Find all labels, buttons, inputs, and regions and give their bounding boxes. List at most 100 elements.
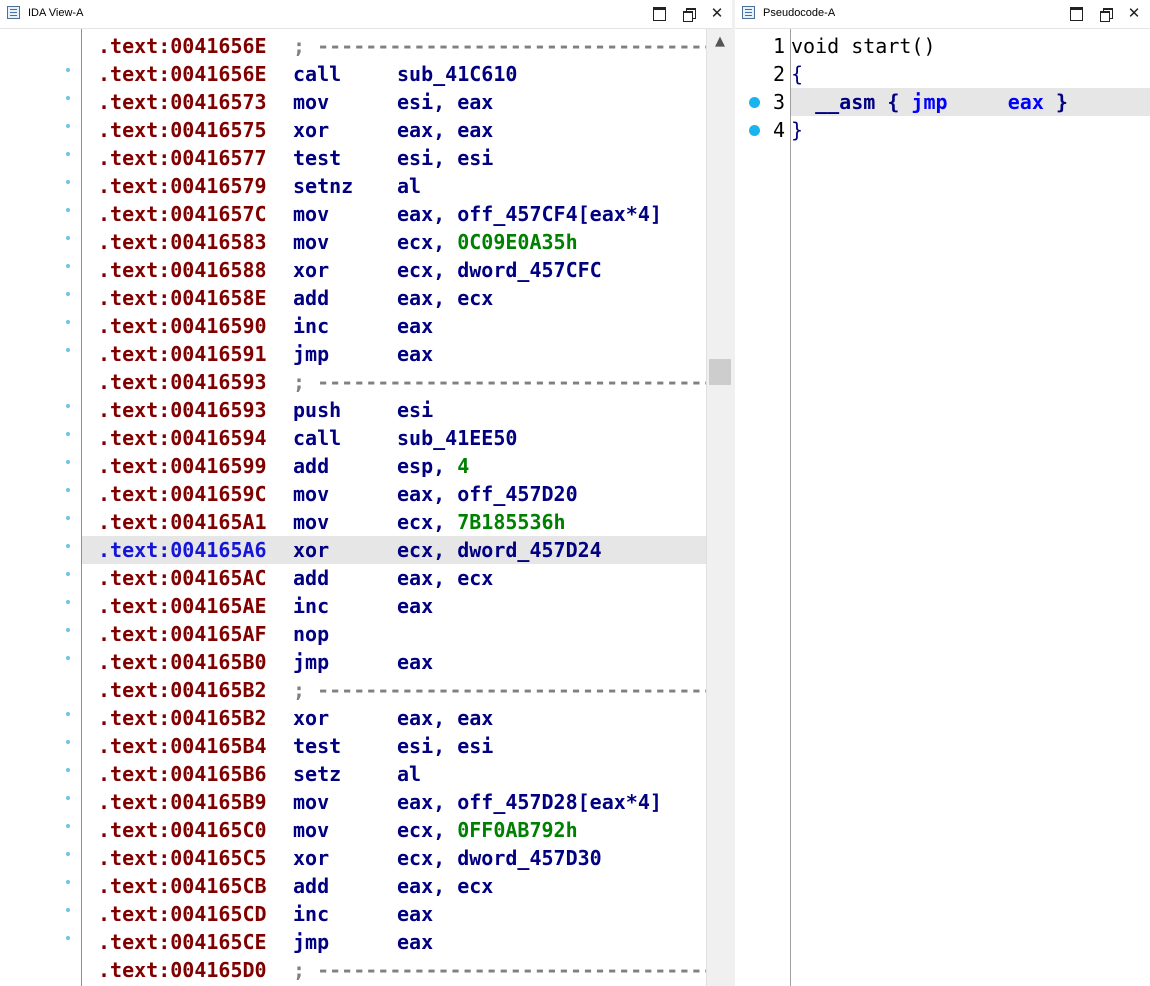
operands[interactable]: eax, eax bbox=[397, 704, 493, 732]
operand-text[interactable]: esp, bbox=[397, 454, 457, 478]
instruction-line[interactable]: .text:0041659C mov eax, off_457D20 bbox=[82, 480, 707, 508]
address-label[interactable]: .text:00416588 bbox=[98, 256, 267, 284]
immediate-value[interactable]: 0C09E0A35h bbox=[457, 230, 577, 254]
mnemonic[interactable]: jmp bbox=[293, 928, 329, 956]
mnemonic[interactable]: call bbox=[293, 424, 341, 452]
address-label[interactable]: .text:0041657C bbox=[98, 200, 267, 228]
operands[interactable]: eax bbox=[397, 928, 433, 956]
address-label[interactable]: .text:004165B0 bbox=[98, 648, 267, 676]
separator-line[interactable]: .text:00416593 ; ------------------------… bbox=[82, 368, 707, 396]
instruction-line[interactable]: .text:004165C5 xor ecx, dword_457D30 bbox=[82, 844, 707, 872]
operands[interactable]: eax bbox=[397, 340, 433, 368]
mnemonic[interactable]: push bbox=[293, 396, 341, 424]
pseudocode-line[interactable]: __asm { jmp eax } bbox=[791, 88, 1150, 116]
address-label[interactable]: .text:004165CE bbox=[98, 928, 267, 956]
mnemonic[interactable]: call bbox=[293, 60, 341, 88]
mnemonic[interactable]: test bbox=[293, 732, 341, 760]
instruction-line[interactable]: .text:00416575 xor eax, eax bbox=[82, 116, 707, 144]
address-label[interactable]: .text:004165B4 bbox=[98, 732, 267, 760]
close-button[interactable]: ✕ bbox=[706, 4, 728, 24]
address-label[interactable]: .text:004165C5 bbox=[98, 844, 267, 872]
operands[interactable]: ecx, dword_457D24 bbox=[397, 536, 602, 564]
address-label[interactable]: .text:00416594 bbox=[98, 424, 267, 452]
instruction-line[interactable]: .text:004165AF nop bbox=[82, 620, 707, 648]
mnemonic[interactable]: jmp bbox=[293, 340, 329, 368]
mnemonic[interactable]: xor bbox=[293, 704, 329, 732]
instruction-line[interactable]: .text:004165AC add eax, ecx bbox=[82, 564, 707, 592]
instruction-line[interactable]: .text:004165A1 mov ecx, 7B185536h bbox=[82, 508, 707, 536]
disassembly-listing[interactable]: .text:0041656E ; ------------------------… bbox=[81, 29, 707, 986]
operands[interactable]: eax bbox=[397, 648, 433, 676]
mnemonic[interactable]: add bbox=[293, 872, 329, 900]
address-label[interactable]: .text:004165CD bbox=[98, 900, 267, 928]
instruction-line[interactable]: .text:00416590 inc eax bbox=[82, 312, 707, 340]
immediate-value[interactable]: 4 bbox=[457, 454, 469, 478]
address-label[interactable]: .text:00416593 bbox=[98, 396, 267, 424]
operands[interactable]: ecx, 0C09E0A35h bbox=[397, 228, 578, 256]
operand-text[interactable]: al bbox=[397, 762, 421, 786]
address-label[interactable]: .text:004165B9 bbox=[98, 788, 267, 816]
separator-line[interactable]: .text:004165D0 ; ------------------------… bbox=[82, 956, 707, 984]
address-label[interactable]: .text:004165AF bbox=[98, 620, 267, 648]
operands[interactable]: eax bbox=[397, 312, 433, 340]
code-token[interactable]: eax bbox=[1008, 90, 1044, 114]
operand-text[interactable]: eax, ecx bbox=[397, 566, 493, 590]
instruction-line[interactable]: .text:004165B2 xor eax, eax bbox=[82, 704, 707, 732]
operands[interactable]: eax, off_457D20 bbox=[397, 480, 578, 508]
operand-text[interactable]: eax bbox=[397, 930, 433, 954]
mnemonic[interactable]: xor bbox=[293, 256, 329, 284]
instruction-line[interactable]: .text:00416588 xor ecx, dword_457CFC bbox=[82, 256, 707, 284]
breakpoint-dot-icon[interactable] bbox=[749, 125, 760, 136]
operand-text[interactable]: eax, off_457D28[eax*4] bbox=[397, 790, 662, 814]
code-token[interactable] bbox=[948, 90, 1008, 114]
pseudocode-line[interactable]: { bbox=[791, 60, 1150, 88]
code-token[interactable]: } bbox=[1044, 90, 1068, 114]
instruction-line[interactable]: .text:00416577 test esi, esi bbox=[82, 144, 707, 172]
instruction-line[interactable]: .text:004165B6 setz al bbox=[82, 760, 707, 788]
address-label[interactable]: .text:0041656E bbox=[98, 32, 267, 60]
mnemonic[interactable]: setnz bbox=[293, 172, 353, 200]
instruction-line[interactable]: .text:00416594 call sub_41EE50 bbox=[82, 424, 707, 452]
address-label[interactable]: .text:0041656E bbox=[98, 60, 267, 88]
immediate-value[interactable]: 0FF0AB792h bbox=[457, 818, 577, 842]
operand-text[interactable]: ecx, bbox=[397, 230, 457, 254]
operands[interactable]: ecx, 7B185536h bbox=[397, 508, 566, 536]
mnemonic[interactable]: inc bbox=[293, 900, 329, 928]
address-label[interactable]: .text:004165B6 bbox=[98, 760, 267, 788]
instruction-line[interactable]: .text:004165AE inc eax bbox=[82, 592, 707, 620]
operands[interactable]: al bbox=[397, 172, 421, 200]
mnemonic[interactable]: mov bbox=[293, 228, 329, 256]
instruction-line[interactable]: .text:00416573 mov esi, eax bbox=[82, 88, 707, 116]
operand-text[interactable]: al bbox=[397, 174, 421, 198]
mnemonic[interactable]: mov bbox=[293, 508, 329, 536]
operands[interactable]: esi, esi bbox=[397, 144, 493, 172]
operands[interactable]: eax bbox=[397, 900, 433, 928]
vertical-scrollbar[interactable]: ▲ bbox=[706, 29, 733, 986]
scroll-up-arrow-icon[interactable]: ▲ bbox=[707, 29, 733, 55]
operands[interactable]: esi bbox=[397, 396, 433, 424]
address-label[interactable]: .text:00416583 bbox=[98, 228, 267, 256]
instruction-line[interactable]: .text:004165CB add eax, ecx bbox=[82, 872, 707, 900]
address-label[interactable]: .text:004165AC bbox=[98, 564, 267, 592]
mnemonic[interactable]: add bbox=[293, 564, 329, 592]
instruction-line[interactable]: .text:0041656E call sub_41C610 bbox=[82, 60, 707, 88]
address-label[interactable]: .text:00416579 bbox=[98, 172, 267, 200]
mnemonic[interactable]: jmp bbox=[293, 648, 329, 676]
operand-text[interactable]: eax, eax bbox=[397, 706, 493, 730]
operand-text[interactable]: eax, eax bbox=[397, 118, 493, 142]
instruction-line[interactable]: .text:004165A6 xor ecx, dword_457D24 bbox=[82, 536, 707, 564]
operands[interactable]: eax bbox=[397, 592, 433, 620]
immediate-value[interactable]: 7B185536h bbox=[457, 510, 565, 534]
code-token[interactable]: } bbox=[791, 118, 803, 142]
mnemonic[interactable]: xor bbox=[293, 536, 329, 564]
mnemonic[interactable]: inc bbox=[293, 592, 329, 620]
operand-text[interactable]: eax bbox=[397, 902, 433, 926]
operands[interactable]: al bbox=[397, 760, 421, 788]
address-label[interactable]: .text:004165AE bbox=[98, 592, 267, 620]
mnemonic[interactable]: mov bbox=[293, 88, 329, 116]
restore-button[interactable] bbox=[1095, 4, 1117, 24]
address-label[interactable]: .text:004165B2 bbox=[98, 676, 267, 704]
scrollbar-thumb[interactable] bbox=[709, 359, 731, 385]
restore-button[interactable] bbox=[678, 4, 700, 24]
operands[interactable]: sub_41C610 bbox=[397, 60, 517, 88]
